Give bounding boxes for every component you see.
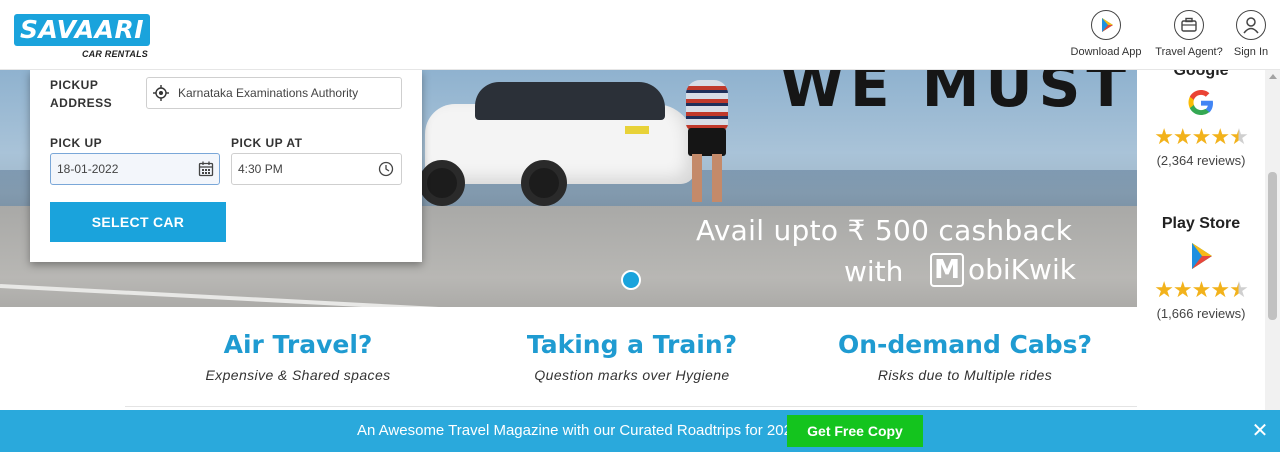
feature-subtitle: Question marks over Hygiene — [534, 367, 730, 383]
booking-form: PICKUP ADDRESS Karnataka Examinations Au… — [30, 70, 422, 262]
download-app-label: Download App — [1070, 46, 1142, 58]
user-icon — [1236, 10, 1266, 40]
travel-agent-label: Travel Agent? — [1155, 46, 1223, 58]
ratings-sidebar: Google ★★★★★ (2,364 reviews) Play Store … — [1137, 62, 1265, 410]
select-car-button[interactable]: SELECT CAR — [50, 202, 226, 242]
google-stars: ★★★★★ — [1154, 124, 1249, 149]
cashback-offer-text: Avail upto ₹ 500 cashback — [696, 214, 1073, 247]
google-rating: Google ★★★★★ (2,364 reviews) — [1137, 62, 1265, 168]
sign-in-button[interactable]: Sign In — [1230, 8, 1272, 64]
locate-icon[interactable] — [153, 85, 169, 101]
sign-in-label: Sign In — [1233, 46, 1269, 58]
logo-wordmark: SAVAARI — [14, 14, 150, 46]
feature-subtitle: Expensive & Shared spaces — [205, 367, 391, 383]
pickup-time-field[interactable]: 4:30 PM — [231, 153, 402, 185]
feature-cabs: On-demand Cabs? Risks due to Multiple ri… — [815, 330, 1115, 383]
pickup-time-value: 4:30 PM — [238, 162, 283, 176]
pickup-address-field[interactable]: Karnataka Examinations Authority — [146, 77, 402, 109]
section-divider — [125, 406, 1137, 407]
hero-headline: WE MUST — [780, 70, 1132, 120]
cashback-with-text: with — [844, 255, 904, 288]
mobikwik-mark: M — [930, 253, 964, 287]
banner-text: An Awesome Travel Magazine with our Cura… — [357, 422, 801, 439]
close-icon[interactable]: ✕ — [1250, 421, 1270, 441]
scroll-thumb[interactable] — [1268, 172, 1277, 320]
hero-person-image — [678, 70, 738, 205]
download-app-button[interactable]: Download App — [1066, 8, 1146, 64]
feature-title: Taking a Train? — [526, 330, 738, 359]
play-store-stars: ★★★★★ — [1154, 277, 1249, 302]
mobikwik-wordmark: obiKwik — [968, 253, 1076, 286]
google-review-count: (2,364 reviews) — [1156, 153, 1246, 168]
pickup-address-value: Karnataka Examinations Authority — [178, 86, 359, 100]
pickup-date-field[interactable]: 18-01-2022 — [50, 153, 220, 185]
google-icon — [1188, 90, 1213, 115]
site-header: SAVAARI CAR RENTALS Download App Travel … — [0, 0, 1280, 70]
logo-tagline: CAR RENTALS — [81, 49, 148, 59]
mobikwik-logo: M obiKwik — [930, 253, 1105, 287]
play-store-icon — [1192, 243, 1212, 269]
pickup-address-label: PICKUP ADDRESS — [50, 78, 113, 110]
feature-subtitle: Risks due to Multiple rides — [877, 367, 1053, 383]
hero-car-image — [419, 74, 695, 206]
scroll-up-icon[interactable] — [1269, 74, 1277, 79]
pickup-time-label: PICK UP AT — [231, 136, 303, 150]
pickup-date-value: 18-01-2022 — [57, 162, 119, 176]
feature-train: Taking a Train? Question marks over Hygi… — [482, 330, 782, 383]
play-store-rating-title: Play Store — [1161, 215, 1241, 232]
magazine-banner: An Awesome Travel Magazine with our Cura… — [0, 410, 1280, 452]
get-free-copy-button[interactable]: Get Free Copy — [787, 415, 923, 447]
play-store-rating: Play Store ★★★★★ (1,666 reviews) — [1137, 215, 1265, 321]
calendar-icon[interactable] — [198, 161, 214, 177]
page-scrollbar[interactable] — [1265, 70, 1280, 410]
feature-air-travel: Air Travel? Expensive & Shared spaces — [148, 330, 448, 383]
pickup-date-label: PICK UP — [50, 136, 103, 150]
feature-title: Air Travel? — [223, 330, 373, 359]
play-store-icon — [1091, 10, 1121, 40]
feature-title: On-demand Cabs? — [837, 330, 1093, 359]
clock-icon[interactable] — [378, 161, 394, 177]
travel-agent-button[interactable]: Travel Agent? — [1152, 8, 1226, 64]
play-store-review-count: (1,666 reviews) — [1156, 306, 1246, 321]
briefcase-icon — [1174, 10, 1204, 40]
carousel-dot-active[interactable] — [621, 270, 641, 290]
savaari-logo[interactable]: SAVAARI CAR RENTALS — [14, 14, 150, 60]
